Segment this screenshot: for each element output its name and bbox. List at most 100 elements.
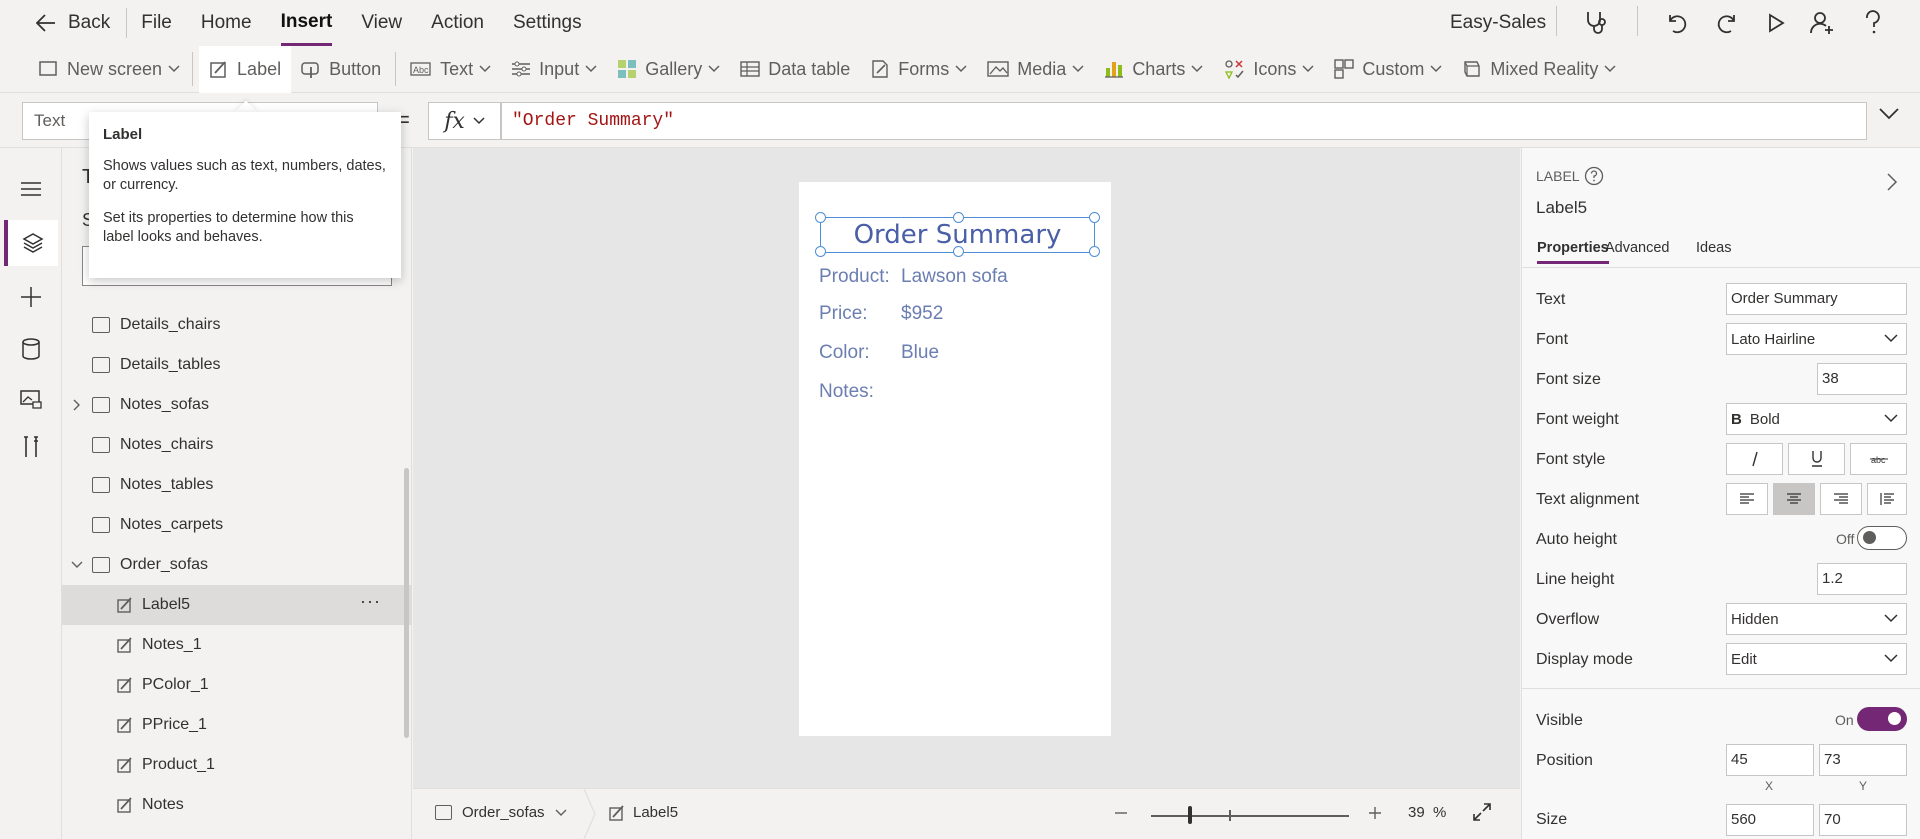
resize-handle[interactable] — [1089, 246, 1100, 257]
more-options-button[interactable]: ··· — [360, 591, 381, 612]
font-dropdown[interactable]: Lato Hairline — [1726, 323, 1907, 355]
chevron-down-icon — [1884, 654, 1898, 663]
strikethrough-button[interactable]: abc — [1850, 443, 1907, 475]
tree-item-pprice-1[interactable]: PPrice_1 — [62, 705, 412, 745]
back-button[interactable]: Back — [36, 12, 110, 34]
tree-item-notes-sofas[interactable]: Notes_sofas — [62, 385, 412, 425]
data-button[interactable] — [8, 326, 54, 372]
share-button[interactable] — [1806, 7, 1838, 39]
resize-handle[interactable] — [953, 246, 964, 257]
new-screen-button[interactable]: New screen — [29, 46, 190, 93]
help-button[interactable] — [1857, 7, 1889, 39]
forms-menu-button[interactable]: Forms — [860, 46, 977, 93]
tab-advanced[interactable]: Advanced — [1605, 240, 1670, 256]
size-height-input[interactable]: 70 — [1819, 804, 1907, 836]
tree-item-details-tables[interactable]: Details_tables — [62, 345, 412, 385]
italic-button[interactable] — [1726, 443, 1783, 475]
font-weight-dropdown[interactable]: B Bold — [1726, 403, 1907, 435]
tab-ideas[interactable]: Ideas — [1696, 240, 1731, 256]
product-label[interactable]: Product: — [819, 266, 890, 288]
color-value[interactable]: Blue — [901, 342, 939, 364]
label-button[interactable]: Label — [199, 45, 292, 93]
app-checker-button[interactable] — [1580, 7, 1612, 39]
tree-item-order-sofas[interactable]: Order_sofas — [62, 545, 412, 585]
preview-button[interactable] — [1760, 7, 1792, 39]
gallery-menu-button[interactable]: Gallery — [607, 46, 730, 93]
size-width-input[interactable]: 560 — [1726, 804, 1814, 836]
color-label[interactable]: Color: — [819, 342, 870, 364]
collapse-button[interactable] — [62, 561, 92, 569]
tree-item-product-1[interactable]: Product_1 — [62, 745, 412, 785]
menu-home[interactable]: Home — [201, 0, 252, 46]
control-breadcrumb[interactable]: Label5 — [609, 804, 678, 821]
tree-item-notes-carpets[interactable]: Notes_carpets — [62, 505, 412, 545]
resize-handle[interactable] — [1089, 212, 1100, 223]
tree-item-pcolor-1[interactable]: PColor_1 — [62, 665, 412, 705]
display-mode-dropdown[interactable]: Edit — [1726, 643, 1907, 675]
help-icon[interactable] — [1584, 166, 1604, 186]
mixed-reality-menu-button[interactable]: Mixed Reality — [1452, 46, 1626, 93]
tools-button[interactable] — [8, 424, 54, 470]
screen-breadcrumb[interactable]: Order_sofas — [435, 804, 567, 821]
text-menu-button[interactable]: Abc Text — [400, 46, 501, 93]
price-value[interactable]: $952 — [901, 303, 943, 325]
position-y-input[interactable]: 73 — [1819, 744, 1907, 776]
control-name[interactable]: Label5 — [1536, 198, 1587, 218]
zoom-in-button[interactable] — [1368, 803, 1382, 823]
redo-button[interactable] — [1712, 7, 1744, 39]
text-prop-input[interactable]: Order Summary — [1726, 283, 1907, 315]
resize-handle[interactable] — [815, 246, 826, 257]
input-menu-button[interactable]: Input — [501, 46, 607, 93]
tree-view-button[interactable] — [4, 220, 58, 266]
tree-item-notes[interactable]: Notes — [62, 785, 412, 825]
font-size-input[interactable]: 38 — [1817, 363, 1907, 395]
visible-toggle[interactable] — [1857, 707, 1907, 731]
zoom-slider-thumb[interactable] — [1188, 806, 1192, 824]
media-rail-button[interactable] — [8, 376, 54, 422]
collapse-panel-icon[interactable] — [1886, 172, 1898, 192]
align-left-button[interactable] — [1726, 483, 1768, 515]
data-table-button[interactable]: Data table — [730, 46, 860, 93]
notes-label[interactable]: Notes: — [819, 381, 874, 403]
product-value[interactable]: Lawson sofa — [901, 266, 1008, 288]
underline-button[interactable] — [1788, 443, 1845, 475]
tree-item-notes-tables[interactable]: Notes_tables — [62, 465, 412, 505]
zoom-out-button[interactable] — [1114, 803, 1128, 823]
menu-action[interactable]: Action — [431, 0, 484, 46]
align-center-button[interactable] — [1773, 483, 1815, 515]
tree-item-notes-chairs[interactable]: Notes_chairs — [62, 425, 412, 465]
menu-file[interactable]: File — [141, 0, 172, 46]
icons-menu-button[interactable]: Icons — [1213, 46, 1324, 93]
formula-input[interactable]: "Order Summary" — [501, 102, 1867, 140]
price-label[interactable]: Price: — [819, 303, 868, 325]
media-menu-button[interactable]: Media — [977, 46, 1094, 93]
tree-scrollbar[interactable] — [404, 468, 409, 738]
custom-menu-button[interactable]: Custom — [1324, 46, 1452, 93]
align-justify-button[interactable] — [1867, 483, 1907, 515]
expand-formula-button[interactable] — [1878, 107, 1900, 121]
fit-to-window-button[interactable] — [1472, 802, 1492, 822]
expand-button[interactable] — [62, 399, 92, 411]
tree-item-label: Details_chairs — [120, 316, 221, 333]
auto-height-toggle[interactable] — [1857, 526, 1907, 550]
charts-menu-button[interactable]: Charts — [1094, 46, 1213, 93]
menu-insert[interactable]: Insert — [280, 0, 333, 46]
menu-settings[interactable]: Settings — [513, 0, 582, 46]
tree-item-details-chairs[interactable]: Details_chairs — [62, 305, 412, 345]
line-height-input[interactable]: 1.2 — [1817, 563, 1907, 595]
tab-properties[interactable]: Properties — [1537, 240, 1609, 264]
resize-handle[interactable] — [953, 212, 964, 223]
resize-handle[interactable] — [815, 212, 826, 223]
undo-button[interactable] — [1660, 7, 1692, 39]
tree-item-label5[interactable]: Label5 ··· — [62, 585, 412, 625]
zoom-slider[interactable] — [1151, 815, 1349, 817]
position-x-input[interactable]: 45 — [1726, 744, 1814, 776]
overflow-dropdown[interactable]: Hidden — [1726, 603, 1907, 635]
insert-rail-button[interactable] — [8, 274, 54, 320]
fx-button[interactable]: fx — [428, 102, 501, 140]
hamburger-button[interactable] — [8, 166, 54, 212]
tree-item-notes-1[interactable]: Notes_1 — [62, 625, 412, 665]
align-right-button[interactable] — [1820, 483, 1862, 515]
button-button[interactable]: Button — [291, 46, 391, 93]
menu-view[interactable]: View — [361, 0, 402, 46]
